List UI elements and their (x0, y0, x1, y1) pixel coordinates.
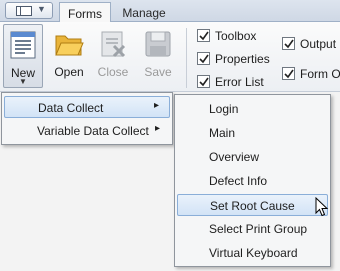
submenu-item-select-print-group[interactable]: Select Print Group (177, 218, 328, 240)
submenu-arrow-icon: ▸ (154, 123, 160, 134)
close-button-label: Close (97, 65, 129, 79)
menu-item-data-collect[interactable]: Data Collect ▸ (4, 96, 170, 118)
submenu-item-overview[interactable]: Overview (177, 146, 328, 168)
folder-open-icon (55, 35, 84, 56)
menu-item-label: Variable Data Collect (37, 124, 149, 138)
save-disk-icon (145, 31, 171, 57)
close-form-icon (101, 31, 126, 58)
tab-forms[interactable]: Forms (59, 2, 111, 23)
ribbon-panel: New ▼ Open Close Save Toolbox Properties… (0, 22, 340, 92)
submenu-item-main[interactable]: Main (177, 122, 328, 144)
error-list-checkbox-label: Error List (215, 75, 264, 89)
menu-item-label: Data Collect (38, 101, 104, 115)
checkbox-checked-icon (197, 75, 210, 88)
ribbon-tab-strip: ▼ Forms Manage (0, 0, 340, 23)
open-button[interactable]: Open (48, 24, 90, 88)
chevron-down-icon: ▼ (37, 4, 46, 14)
new-dropdown-caret-icon: ▼ (19, 77, 27, 86)
submenu-item-login[interactable]: Login (177, 98, 328, 120)
ribbon-divider (186, 28, 187, 88)
checkbox-checked-icon (282, 37, 295, 50)
new-dropdown-menu: Data Collect ▸ Variable Data Collect ▸ (1, 92, 173, 145)
mouse-cursor-icon (315, 197, 329, 217)
new-form-icon (10, 31, 36, 59)
save-button-label: Save (144, 65, 172, 79)
output-checkbox-label: Output (300, 37, 337, 51)
new-button[interactable]: New ▼ (3, 24, 43, 88)
menu-item-variable-data-collect[interactable]: Variable Data Collect ▸ (4, 120, 170, 142)
app-menu-icon (16, 6, 32, 16)
data-collect-submenu: Login Main Overview Defect Info Set Root… (174, 94, 331, 267)
checkbox-checked-icon (197, 52, 210, 65)
save-button[interactable]: Save (138, 24, 178, 88)
tab-manage[interactable]: Manage (118, 2, 170, 23)
submenu-item-defect-info[interactable]: Defect Info (177, 170, 328, 192)
checkbox-checked-icon (197, 29, 210, 42)
app-menu-button[interactable]: ▼ (5, 2, 53, 19)
submenu-item-set-root-cause[interactable]: Set Root Cause (177, 194, 328, 216)
properties-checkbox-label: Properties (215, 52, 270, 66)
open-button-label: Open (54, 65, 84, 79)
form-outline-checkbox-label: Form Ou (300, 67, 340, 81)
toolbox-checkbox-label: Toolbox (215, 29, 257, 43)
close-button[interactable]: Close (94, 24, 132, 88)
submenu-item-virtual-keyboard[interactable]: Virtual Keyboard (177, 242, 328, 264)
checkbox-checked-icon (282, 67, 295, 80)
submenu-arrow-icon: ▸ (153, 100, 159, 111)
